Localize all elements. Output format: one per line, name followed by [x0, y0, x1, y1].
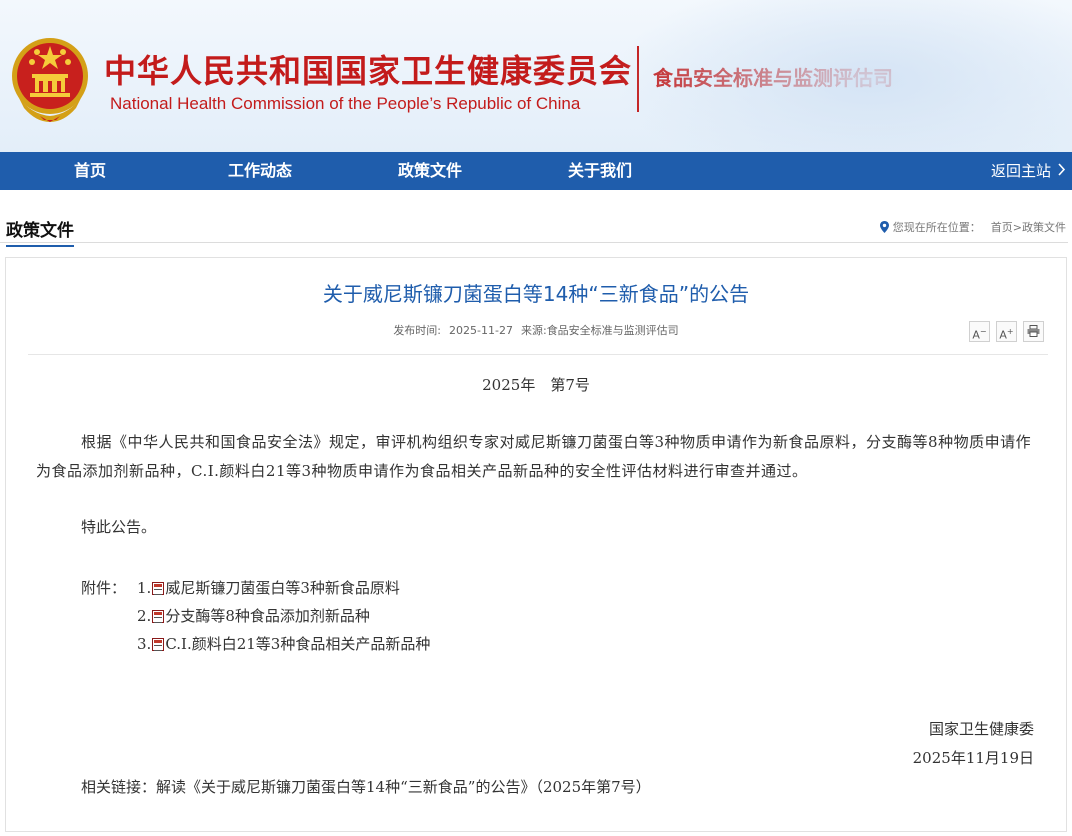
article-meta: 发布时间: 2025-11-27 来源:食品安全标准与监测评估司 [6, 322, 1066, 338]
article-container: 关于威尼斯镰刀菌蛋白等14种“三新食品”的公告 发布时间: 2025-11-27 来… [5, 257, 1067, 832]
nav-item-work-news[interactable]: 工作动态 [210, 152, 310, 190]
attachment-link[interactable]: C.I.颜料白21等3种食品相关产品新品种 [165, 635, 430, 653]
breadcrumb-separator: > [1012, 221, 1022, 234]
attachments-label: 附件： [81, 579, 127, 597]
notice-text: 特此公告。 [81, 518, 157, 536]
related-link[interactable]: 解读《关于威尼斯镰刀菌蛋白等14种“三新食品”的公告》（2025年第7号） [156, 778, 651, 796]
nav-item-about-us[interactable]: 关于我们 [550, 152, 650, 190]
attachments: 附件： 1. 威尼斯镰刀菌蛋白等3种新食品原料 2. 分支酶等8种食品添加剂新品种 3… [81, 574, 430, 658]
breadcrumb-current[interactable]: 政策文件 [1022, 221, 1066, 234]
location-pin-icon [879, 220, 889, 236]
document-number: 2025年 第7号 [482, 376, 590, 394]
national-emblem-icon [12, 38, 88, 122]
location-label: 您现在所在位置： [892, 221, 981, 234]
nav-item-home[interactable]: 首页 [40, 152, 140, 190]
nav-item-policy-documents[interactable]: 政策文件 [380, 152, 480, 190]
chevron-right-icon [1057, 152, 1066, 190]
publish-date: 2025-11-27 [449, 324, 513, 337]
signature-organization: 国家卫生健康委 [928, 720, 1034, 738]
article-tools: A− A+ [969, 321, 1044, 342]
file-icon [152, 638, 165, 651]
site-title-chinese: 中华人民共和国国家卫生健康委员会 [104, 52, 633, 90]
article-body: 根据《中华人民共和国食品安全法》规定，审评机构组织专家对威尼斯镰刀菌蛋白等3种物… [36, 433, 1032, 480]
publish-label: 发布时间: [393, 324, 442, 337]
file-icon [152, 610, 165, 623]
breadcrumb-home-link[interactable]: 首页 [991, 221, 1013, 234]
site-header: 中华人民共和国国家卫生健康委员会 National Health Commiss… [0, 0, 1072, 152]
signature-date: 2025年11月19日 [912, 749, 1034, 767]
related-links: 相关链接：解读《关于威尼斯镰刀菌蛋白等14种“三新食品”的公告》（2025年第7… [81, 776, 651, 797]
breadcrumb: 您现在所在位置： 首页>政策文件 [879, 219, 1066, 236]
department-name: 食品安全标准与监测评估司 [653, 66, 893, 90]
printer-icon [1027, 325, 1040, 337]
font-smaller-button[interactable]: A− [969, 321, 990, 342]
attachment-row: 2. 分支酶等8种食品添加剂新品种 [81, 602, 430, 630]
article-title: 关于威尼斯镰刀菌蛋白等14种“三新食品”的公告 [322, 282, 750, 306]
section-divider [0, 242, 1068, 243]
main-nav: 首页 工作动态 政策文件 关于我们 返回主站 [0, 152, 1072, 190]
attachment-row: 附件： 1. 威尼斯镰刀菌蛋白等3种新食品原料 [81, 574, 430, 602]
font-larger-button[interactable]: A+ [996, 321, 1017, 342]
attachment-row: 3. C.I.颜料白21等3种食品相关产品新品种 [81, 630, 430, 658]
attachment-number: 1. [137, 579, 152, 597]
return-main-site-label: 返回主站 [990, 162, 1051, 180]
header-divider [637, 46, 639, 112]
site-title-english: National Health Commission of the People… [110, 94, 581, 113]
font-larger-label: A [999, 328, 1007, 342]
source-value: 食品安全标准与监测评估司 [546, 324, 679, 337]
font-smaller-label: A [972, 328, 980, 342]
related-links-label: 相关链接： [81, 778, 157, 796]
attachment-link[interactable]: 威尼斯镰刀菌蛋白等3种新食品原料 [165, 579, 400, 597]
attachment-number: 2. [137, 607, 152, 625]
attachment-number: 3. [137, 635, 152, 653]
return-main-site-link[interactable]: 返回主站 [991, 152, 1066, 190]
attachment-link[interactable]: 分支酶等8种食品添加剂新品种 [165, 607, 370, 625]
print-button[interactable] [1023, 321, 1044, 342]
file-icon [152, 582, 165, 595]
article-divider [28, 354, 1048, 355]
source-label: 来源: [520, 324, 547, 337]
